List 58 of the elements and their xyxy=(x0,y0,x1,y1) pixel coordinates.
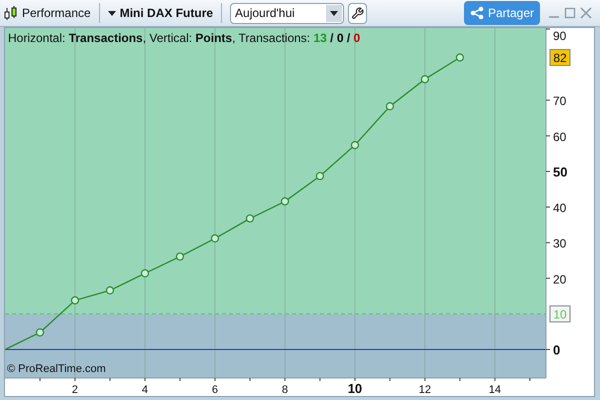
data-point xyxy=(176,252,184,261)
instrument-button[interactable]: Mini DAX Future xyxy=(104,4,218,22)
data-point xyxy=(456,53,464,62)
y-tick-label: 50 xyxy=(546,164,568,180)
maximize-icon[interactable] xyxy=(564,7,576,19)
performance-button[interactable]: Performance xyxy=(22,4,95,22)
x-tick-label: 6 xyxy=(212,378,218,396)
last-value-badge: 82 xyxy=(550,49,570,66)
copyright-text: © ProRealTime.com xyxy=(7,362,106,377)
x-tick-label: 2 xyxy=(72,378,78,396)
y-tick-label: 60 xyxy=(546,130,566,144)
caret-icon xyxy=(108,10,116,16)
y-tick-label: 70 xyxy=(546,94,566,108)
close-icon[interactable] xyxy=(580,7,592,19)
y-tick-label: 0 xyxy=(553,342,560,358)
x-tick-label: 10 xyxy=(348,378,362,396)
x-tick-label: 2 xyxy=(72,384,78,396)
y-tick-label: 90 xyxy=(553,29,567,43)
data-point xyxy=(420,75,430,84)
data-point xyxy=(316,172,324,180)
y-tick-label: 40 xyxy=(553,201,567,216)
x-tick-label: 6 xyxy=(212,384,218,396)
data-point xyxy=(140,269,150,278)
x-tick-label: 12 xyxy=(418,378,432,396)
wrench-button[interactable] xyxy=(348,2,368,24)
y-tick-label: 90 xyxy=(546,28,566,43)
data-point xyxy=(70,296,80,304)
candlestick-icon xyxy=(4,5,18,21)
data-point xyxy=(106,286,114,294)
y-tick-label: 20 xyxy=(546,272,566,286)
share-icon xyxy=(470,6,484,20)
x-tick-label: 14 xyxy=(488,384,502,396)
x-tick-label: 8 xyxy=(282,384,288,396)
y-tick-label: 30 xyxy=(546,236,566,251)
data-point xyxy=(280,197,290,206)
data-point xyxy=(246,214,254,223)
period-dropdown[interactable]: Aujourd'hui xyxy=(230,2,344,24)
wrench-icon xyxy=(351,6,364,20)
x-tick-label: 4 xyxy=(142,378,148,396)
x-tick-label: 12 xyxy=(418,384,432,396)
y-tick-label: 40 xyxy=(546,201,566,216)
x-tick-label: 10 xyxy=(348,381,362,396)
data-point xyxy=(350,141,360,150)
x-tick-label: 14 xyxy=(488,378,502,396)
threshold-badge: 10 xyxy=(550,305,570,322)
ref-line-label: 10 xyxy=(553,307,567,322)
y-tick-label: 0 xyxy=(546,342,560,358)
x-tick-label: 4 xyxy=(142,384,148,396)
y-tick-label: 60 xyxy=(553,130,567,144)
y-tick-label: 70 xyxy=(553,94,567,108)
data-point xyxy=(36,328,44,337)
y-tick-label: 30 xyxy=(553,236,567,251)
chart-legend: Horizontal: Transactions, Vertical: Points, Transactions: 13 / 0 / 0 xyxy=(8,29,360,47)
y-tick-label: 20 xyxy=(553,272,567,286)
data-point xyxy=(210,234,220,242)
x-tick-label: 8 xyxy=(282,378,288,396)
data-point xyxy=(386,102,394,110)
y-tick-label: 50 xyxy=(553,164,568,180)
